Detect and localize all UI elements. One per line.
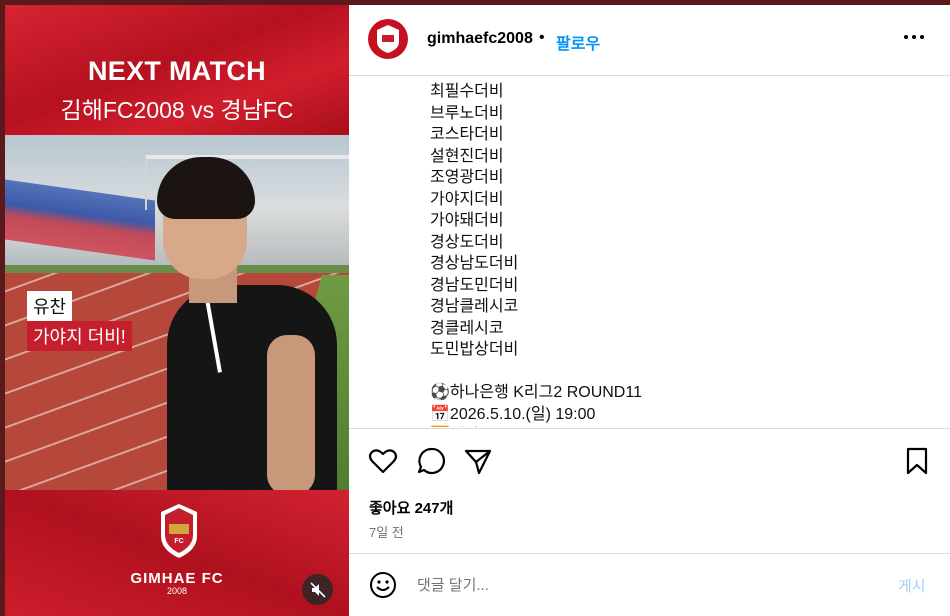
emoji-icon[interactable]: [369, 571, 397, 599]
caption-line: 도민밥상더비: [430, 341, 519, 358]
club-name: GIMHAE FC: [130, 570, 224, 587]
avatar[interactable]: [368, 19, 408, 59]
caption-player-name: 유찬: [27, 291, 73, 321]
more-dots-icon[interactable]: [900, 27, 928, 47]
caption-line: 가야지더비: [430, 190, 504, 208]
caption-line: ⚽하나은행 K리그2 ROUND11: [430, 384, 642, 401]
caption-line: 설현진더비: [430, 147, 504, 165]
player-photo: 유찬 가야지 더비!: [5, 135, 349, 490]
comment-bar: 게시: [349, 553, 950, 616]
post-comment-button[interactable]: 게시: [898, 575, 926, 596]
comment-icon[interactable]: [416, 446, 446, 476]
caption-line: 📅2026.5.10.(일) 19:00: [430, 405, 596, 423]
caption-line: 코스타더비: [430, 126, 504, 143]
club-crest-icon: FC: [161, 504, 197, 558]
speaker-muted-icon[interactable]: [302, 574, 333, 605]
caption-line: 조영광더비: [430, 169, 504, 186]
heart-icon[interactable]: [368, 446, 398, 476]
match-title: NEXT MATCH: [88, 56, 266, 86]
post-timestamp[interactable]: 7일 전: [369, 522, 404, 541]
username-link[interactable]: gimhaefc2008: [427, 30, 533, 48]
club-year: 2008: [166, 586, 188, 596]
caption-line: 경남클레시코: [430, 298, 519, 315]
comment-input[interactable]: [417, 573, 867, 597]
share-icon[interactable]: [463, 446, 493, 476]
post-header: gimhaefc2008 • 팔로우: [349, 5, 950, 76]
follow-button[interactable]: 팔로우: [556, 30, 600, 54]
caption-line: 경남도민더비: [430, 276, 519, 294]
post-detail-panel: gimhaefc2008 • 팔로우 최필수더비브루노더비코스타더비설현진더비조…: [349, 5, 950, 616]
post-media[interactable]: NEXT MATCH 김해FC2008 vs 경남FC 유찬 가야지 더비! F…: [5, 5, 349, 616]
caption-line: 가야돼더비: [430, 212, 504, 229]
post-caption: 최필수더비브루노더비코스타더비설현진더비조영광더비가야지더비가야돼더비경상도더비…: [349, 77, 950, 427]
match-subtitle: 김해FC2008 vs 경남FC: [60, 97, 294, 123]
post-actions: 좋아요 247개 7일 전: [349, 428, 950, 558]
caption-line: 최필수더비: [430, 83, 504, 100]
caption-player-quote: 가야지 더비!: [27, 321, 132, 351]
media-header-banner: NEXT MATCH 김해FC2008 vs 경남FC: [5, 5, 349, 135]
caption-line: 경클레시코: [430, 319, 504, 337]
caption-line: 브루노더비: [430, 104, 504, 122]
separator-dot: •: [539, 29, 545, 46]
caption-line: 경상도더비: [430, 233, 504, 251]
caption-line: 경상남도더비: [430, 255, 519, 272]
caption-line: 🆚경남FC: [430, 421, 501, 427]
svg-text:FC: FC: [174, 538, 183, 545]
bookmark-icon[interactable]: [902, 446, 932, 476]
likes-count[interactable]: 좋아요 247개: [369, 497, 453, 518]
media-footer-banner: FC GIMHAE FC 2008: [5, 490, 349, 616]
